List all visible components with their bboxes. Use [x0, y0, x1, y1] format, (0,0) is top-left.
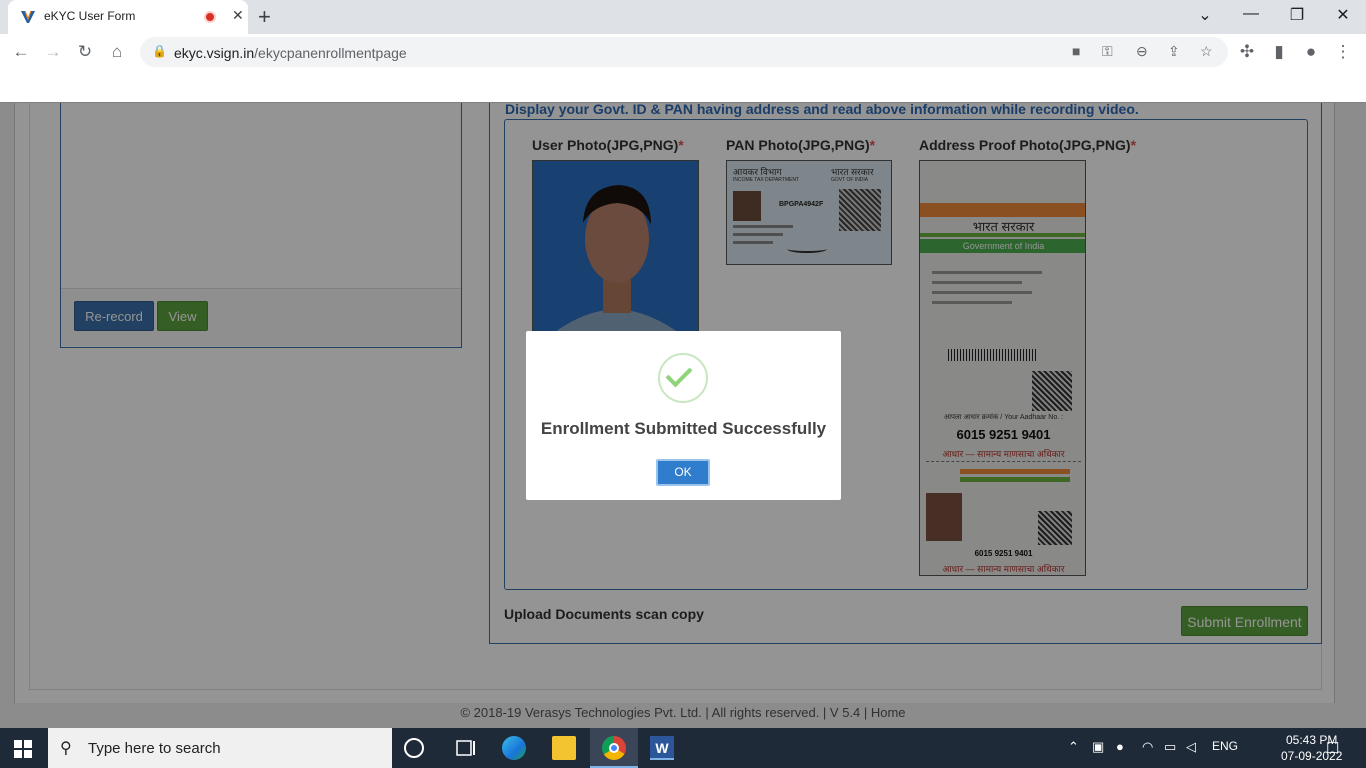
- bookmark-star-icon[interactable]: ☆: [1200, 43, 1213, 60]
- success-dialog: Enrollment Submitted Successfully OK: [526, 331, 841, 500]
- camera-icon[interactable]: ■: [1072, 43, 1080, 59]
- chrome-icon-center: [609, 743, 619, 753]
- edge-browser-icon[interactable]: [502, 736, 526, 760]
- forward-arrow-icon[interactable]: →: [42, 42, 64, 62]
- zoom-icon[interactable]: ⊖: [1136, 43, 1148, 60]
- taskbar-search-box[interactable]: ⚲ Type here to search: [48, 728, 392, 768]
- success-message: Enrollment Submitted Successfully: [540, 419, 827, 438]
- tab-search-chevron-icon[interactable]: ⌄: [1182, 5, 1228, 25]
- vsign-favicon-icon: [21, 10, 35, 23]
- side-panel-icon[interactable]: ▮: [1268, 42, 1290, 62]
- search-icon: ⚲: [60, 740, 72, 757]
- word-icon[interactable]: W: [650, 736, 674, 760]
- minimize-button[interactable]: —: [1228, 5, 1274, 23]
- tab-title: eKYC User Form: [44, 9, 136, 23]
- recording-indicator-icon: [204, 11, 216, 23]
- home-icon[interactable]: ⌂: [106, 42, 128, 62]
- battery-icon[interactable]: ▭: [1164, 739, 1176, 755]
- security-tray-icon[interactable]: ▣: [1092, 739, 1104, 755]
- reload-icon[interactable]: ↻: [74, 42, 96, 62]
- search-placeholder: Type here to search: [88, 740, 221, 757]
- address-bar[interactable]: 🔒 ekyc.vsign.in/ekycpanenrollmentpage ■ …: [140, 37, 1228, 67]
- restore-button[interactable]: ❐: [1274, 5, 1320, 25]
- checkmark-icon: [665, 360, 693, 388]
- share-icon[interactable]: ⇪: [1168, 43, 1180, 60]
- key-icon[interactable]: ⚿: [1102, 43, 1113, 60]
- windows-start-icon[interactable]: [14, 740, 32, 758]
- chrome-icon: [602, 736, 626, 760]
- wifi-icon[interactable]: ◠: [1142, 739, 1153, 755]
- lock-icon[interactable]: 🔒: [152, 44, 167, 58]
- browser-tab[interactable]: eKYC User Form ✕: [8, 0, 248, 34]
- profile-avatar-icon[interactable]: ●: [1300, 42, 1322, 62]
- task-view-icon[interactable]: [454, 736, 478, 760]
- microphone-icon[interactable]: ●: [1116, 739, 1124, 754]
- browser-tab-strip: eKYC User Form ✕ + ⌄ — ❐ ✕: [0, 0, 1366, 34]
- extensions-puzzle-icon[interactable]: ✣: [1236, 42, 1258, 62]
- chrome-taskbar-active[interactable]: [590, 728, 638, 768]
- tab-close-icon[interactable]: ✕: [232, 7, 244, 24]
- close-window-button[interactable]: ✕: [1320, 5, 1366, 25]
- volume-icon[interactable]: ◁: [1186, 739, 1196, 755]
- url-path: /ekycpanenrollmentpage: [254, 45, 407, 61]
- windows-taskbar: ⚲ Type here to search W ⌃ ▣ ● ◠ ▭ ◁ ENG …: [0, 728, 1366, 768]
- ok-button[interactable]: OK: [656, 459, 710, 486]
- show-hidden-icons-icon[interactable]: ⌃: [1068, 739, 1079, 755]
- back-arrow-icon[interactable]: ←: [10, 42, 32, 62]
- language-indicator[interactable]: ENG: [1212, 739, 1238, 753]
- menu-kebab-icon[interactable]: ⋮: [1332, 42, 1354, 62]
- new-tab-button[interactable]: +: [258, 4, 271, 30]
- url-host: ekyc.vsign.in: [174, 45, 255, 61]
- file-explorer-icon[interactable]: [552, 736, 576, 760]
- browser-toolbar: ← → ↻ ⌂ 🔒 ekyc.vsign.in/ekycpanenrollmen…: [0, 34, 1366, 70]
- success-check-icon: [658, 353, 708, 403]
- notifications-icon[interactable]: ☐: [1326, 739, 1339, 757]
- url-text[interactable]: ekyc.vsign.in/ekycpanenrollmentpage: [174, 45, 407, 61]
- cortana-icon[interactable]: [404, 738, 424, 758]
